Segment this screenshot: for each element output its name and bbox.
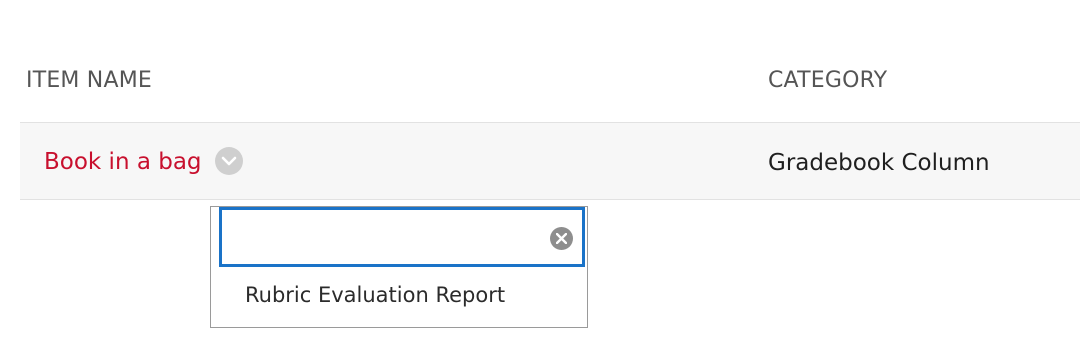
menu-search-input[interactable] — [228, 218, 542, 258]
menu-item-rubric-evaluation-report[interactable]: Rubric Evaluation Report — [245, 283, 505, 307]
item-name-link[interactable]: Book in a bag — [44, 149, 202, 175]
column-header-category: CATEGORY — [768, 68, 888, 93]
table-header-row: ITEM NAME CATEGORY — [0, 50, 1080, 110]
menu-search-box — [219, 207, 585, 267]
table-row: Book in a bag Gradebook Column — [20, 122, 1080, 200]
chevron-down-icon — [221, 156, 237, 166]
clear-search-button[interactable] — [550, 227, 573, 250]
clear-icon — [556, 233, 567, 244]
item-menu-button[interactable] — [215, 147, 243, 175]
category-cell: Gradebook Column — [768, 150, 990, 176]
context-menu: Rubric Evaluation Report — [210, 206, 588, 328]
column-header-item-name: ITEM NAME — [26, 68, 152, 93]
